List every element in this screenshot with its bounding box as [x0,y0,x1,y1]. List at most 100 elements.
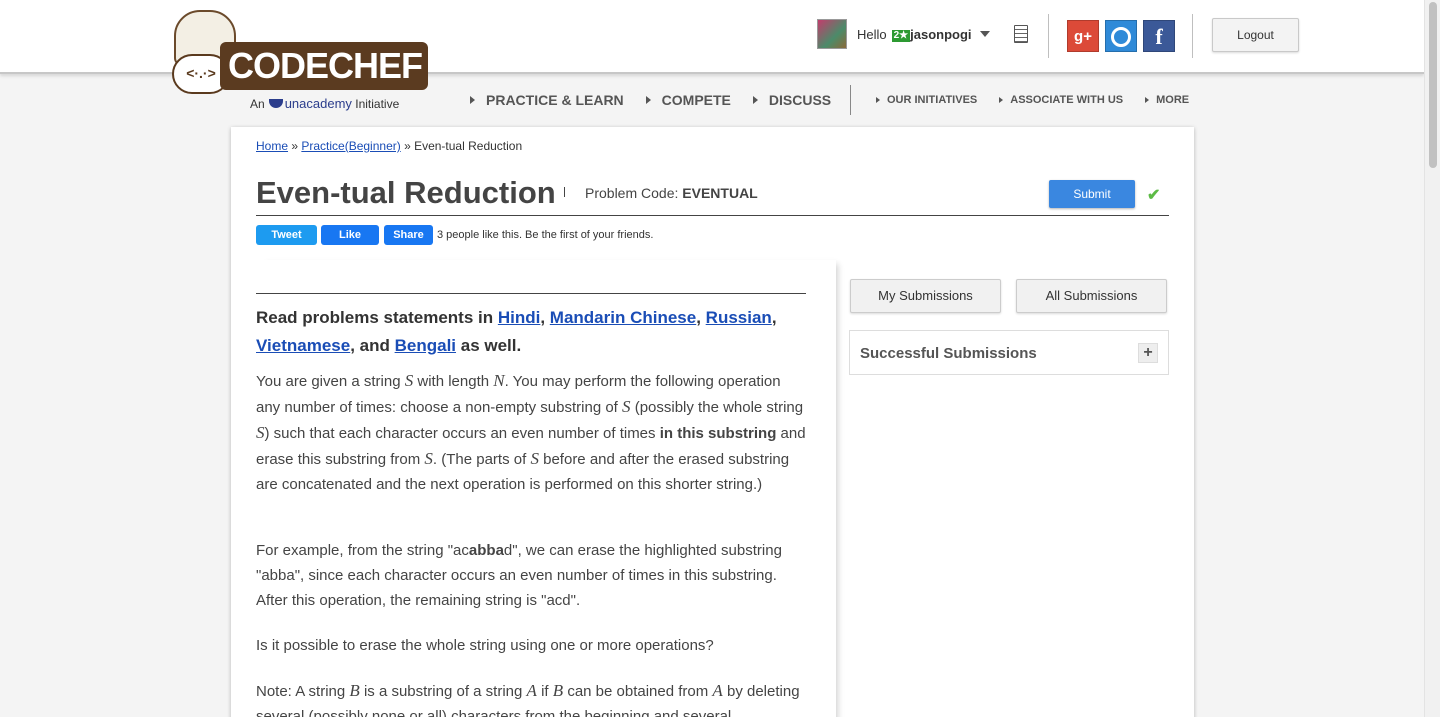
successful-submissions-title: Successful Submissions [860,345,1037,362]
statement-paragraph-4: Note: A string B is a substring of a str… [256,678,806,717]
check-icon: ✔ [1147,187,1161,204]
lang-link-vietnamese[interactable]: Vietnamese [256,336,350,355]
langs-suffix: as well. [456,336,522,355]
tweet-button[interactable]: Tweet [256,225,317,245]
breadcrumb-practice[interactable]: Practice(Beginner) [301,139,400,153]
like-count-text: 3 people like this. Be the first of your… [437,229,654,241]
statement-paragraph-3: Is it possible to erase the whole string… [256,637,714,654]
text: is a substring of a string [359,683,527,700]
greeting: Hello 2★ jasonpogi [857,27,972,42]
nav-our-initiatives[interactable]: OUR INITIATIVES [876,94,977,106]
triangle-right-icon [645,96,651,104]
nav-discuss[interactable]: DISCUSS [752,92,832,108]
nav-label: DISCUSS [768,92,832,108]
text: with length [413,373,494,390]
problem-statement: Read problems statements in Hindi, Manda… [256,260,836,717]
main-nav: PRACTICE & LEARN COMPETE DISCUSS [470,92,853,108]
language-links: Read problems statements in Hindi, Manda… [256,304,806,360]
lang-link-russian[interactable]: Russian [706,308,772,327]
header-divider [1192,14,1193,58]
statement-paragraph-1: You are given a string S with length N . … [256,368,806,497]
logo-wordmark: CODECHEF [220,42,428,90]
triangle-right-icon [752,96,758,104]
lang-link-hindi[interactable]: Hindi [498,308,541,327]
share-row: Tweet Like Share 3 people like this. Be … [256,225,653,245]
lang-link-mandarin[interactable]: Mandarin Chinese [550,308,696,327]
text: (possibly the whole string [630,399,804,416]
triangle-right-icon [1145,97,1150,103]
statement-paragraph-2: For example, from the string "acabbad", … [256,538,806,613]
avatar[interactable] [817,19,847,49]
username[interactable]: jasonpogi [910,27,971,42]
text-bold: in this substring [659,425,777,442]
problem-card: Home » Practice(Beginner) » Even-tual Re… [231,127,1194,717]
nav-practice-learn[interactable]: PRACTICE & LEARN [470,92,624,108]
text: . (The parts of [432,451,531,468]
math-var: S [424,449,433,468]
nav-divider [850,85,851,115]
page-scrollbar[interactable] [1424,0,1440,717]
logo-tagline: An unacademy Initiative [250,96,399,111]
math-var: S [404,371,414,390]
problem-code: Problem Code: EVENTUAL [585,185,758,201]
page-title: Even-tual Reduction [256,175,556,210]
unacademy-icon [268,99,283,108]
math-var: A [712,681,723,700]
logo-an: An [250,97,265,111]
logo-brand: unacademy [284,96,352,111]
text: ) such that each character occurs an eve… [264,425,660,442]
math-var: S [256,423,265,442]
nav-label: COMPETE [661,92,731,108]
text: if [536,683,553,700]
problem-code-value: EVENTUAL [682,185,758,201]
langs-sep: , [696,308,706,327]
breadcrumb-separator: » [288,139,302,153]
breadcrumb: Home » Practice(Beginner) » Even-tual Re… [256,139,522,153]
rank-badge: 2★ [891,29,911,42]
secondary-nav: OUR INITIATIVES ASSOCIATE WITH US MORE [876,94,1211,106]
logout-button[interactable]: Logout [1212,18,1299,52]
header-divider [1048,14,1049,58]
codechef-logo[interactable]: <·.·> CODECHEF An unacademy Initiative [170,8,432,116]
nav-label: PRACTICE & LEARN [486,92,624,108]
breadcrumb-home[interactable]: Home [256,139,288,153]
lang-link-bengali[interactable]: Bengali [395,336,456,355]
text-bold: abba [468,542,504,559]
math-var: S [622,397,631,416]
triangle-right-icon [470,96,475,104]
google-plus-icon[interactable]: g+ [1067,20,1099,52]
nav-label: ASSOCIATE WITH US [1010,94,1124,106]
title-rule [256,215,1169,216]
logo-initiative: Initiative [355,97,400,111]
share-button[interactable]: Share [384,225,433,245]
top-header: <·.·> CODECHEF An unacademy Initiative He… [0,0,1424,111]
user-menu[interactable]: Hello 2★ jasonpogi [817,19,990,49]
notes-icon[interactable] [1014,25,1028,43]
successful-submissions-panel[interactable]: Successful Submissions + [849,330,1169,375]
nav-compete[interactable]: COMPETE [645,92,731,108]
triangle-right-icon [999,97,1004,103]
nav-associate-with-us[interactable]: ASSOCIATE WITH US [999,94,1123,106]
langs-sep: , [540,308,550,327]
nav-more[interactable]: MORE [1145,94,1189,106]
expand-plus-icon[interactable]: + [1138,343,1158,363]
nav-label: MORE [1156,94,1190,106]
text: Note: A string [256,683,350,700]
github-icon[interactable] [1105,20,1137,52]
submit-button[interactable]: Submit [1049,180,1135,208]
text: You are given a string [256,373,405,390]
like-button[interactable]: Like [321,225,379,245]
all-submissions-button[interactable]: All Submissions [1016,279,1167,313]
langs-sep: , and [350,336,395,355]
breadcrumb-current: Even-tual Reduction [414,139,523,153]
langs-prefix: Read problems statements in [256,308,498,327]
math-var: A [526,681,537,700]
facebook-icon[interactable]: f [1143,20,1175,52]
my-submissions-button[interactable]: My Submissions [850,279,1001,313]
statement-rule [256,293,806,294]
chevron-down-icon[interactable] [979,31,990,37]
triangle-right-icon [876,97,880,103]
langs-sep: , [771,308,777,327]
text: For example, from the string "ac [256,542,469,559]
scrollbar-thumb[interactable] [1429,2,1437,168]
